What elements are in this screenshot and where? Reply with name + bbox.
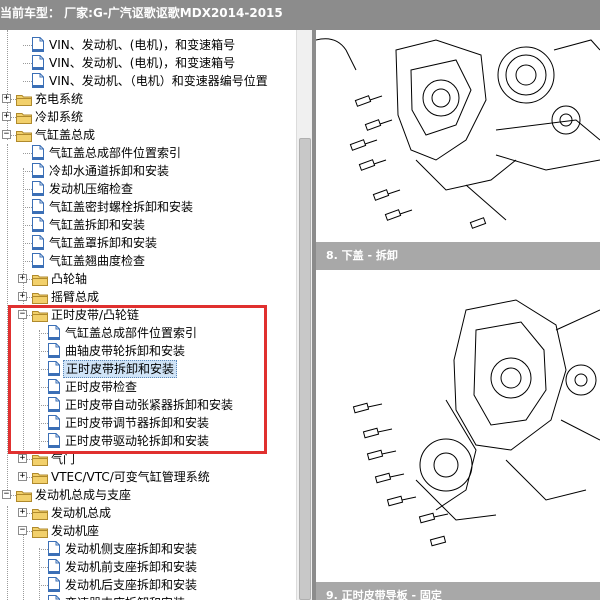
tree-item-label: 发动机前支座拆卸和安装 — [65, 560, 198, 574]
document-icon — [32, 235, 44, 250]
header-title: 当前车型： 厂家:G-广汽讴歌讴歌MDX2014-2015 — [0, 6, 283, 20]
tree-folder-item[interactable]: − 发动机总成与支座 — [0, 486, 296, 504]
tree-document-item[interactable]: 气缸盖罩拆卸和安装 — [0, 234, 296, 252]
plus-icon[interactable]: + — [18, 508, 27, 517]
document-icon — [32, 37, 44, 52]
tree-item-label: 冷却水通道拆卸和安装 — [49, 164, 170, 178]
section-header-lower-cover: 8. 下盖 - 拆卸 — [316, 242, 600, 270]
tree-document-item[interactable]: 发动机压缩检查 — [0, 180, 296, 198]
folder-icon — [32, 507, 48, 520]
tree-folder-item[interactable]: + 冷却系统 — [0, 108, 296, 126]
tree-item-label: 冷却系统 — [35, 110, 84, 124]
tree-document-item[interactable]: 气缸盖总成部件位置索引 — [0, 144, 296, 162]
tree-document-item[interactable]: 变速器支座拆卸和安装 — [0, 594, 296, 600]
document-icon — [32, 55, 44, 70]
tree-document-item[interactable]: 气缸盖翘曲度检查 — [0, 252, 296, 270]
tree-item-label: 充电系统 — [35, 92, 84, 106]
document-icon — [48, 577, 60, 592]
tree-item-label: VTEC/VTC/可变气缸管理系统 — [51, 470, 210, 484]
document-icon — [32, 217, 44, 232]
folder-icon — [32, 273, 48, 286]
plus-icon[interactable]: + — [18, 292, 27, 301]
plus-icon[interactable]: + — [18, 454, 27, 463]
engine-illustration-top — [316, 38, 600, 229]
document-icon — [48, 595, 60, 600]
tree-item-label: 气缸盖密封螺栓拆卸和安装 — [49, 200, 194, 214]
tree-item-label: 发动机总成 — [51, 506, 112, 520]
document-icon — [48, 541, 60, 556]
folder-icon — [32, 471, 48, 484]
tree-folder-item[interactable]: − 气缸盖总成 — [0, 126, 296, 144]
tree-item-label: VIN、发动机、（电机）和变速器编号位置 — [49, 74, 268, 88]
tree-item-label: 凸轮轴 — [51, 272, 88, 286]
document-icon — [32, 145, 44, 160]
tree-item-label: 发动机后支座拆卸和安装 — [65, 578, 198, 592]
document-viewer: 8. 下盖 - 拆卸 9. 正时皮带导板 - 固定 — [316, 30, 600, 600]
tree-document-item[interactable]: VIN、发动机、(电机)，和变速箱号 — [0, 36, 296, 54]
plus-icon[interactable]: + — [2, 94, 11, 103]
folder-icon — [32, 291, 48, 304]
plus-icon[interactable]: + — [18, 472, 27, 481]
tree-folder-item[interactable]: + 凸轮轴 — [0, 270, 296, 288]
tree-document-item[interactable]: 发动机后支座拆卸和安装 — [0, 576, 296, 594]
document-icon — [48, 559, 60, 574]
tree-folder-item[interactable]: − 发动机座 — [0, 522, 296, 540]
folder-icon — [16, 93, 32, 106]
tree-item-label: 气缸盖总成 — [35, 128, 96, 142]
tree-item-label: VIN、发动机、(电机)，和变速箱号 — [49, 56, 236, 70]
section-header-timing-belt-guide: 9. 正时皮带导板 - 固定 — [316, 582, 600, 600]
tree-item-label: 变速器支座拆卸和安装 — [63, 594, 187, 600]
folder-icon — [32, 525, 48, 538]
section-label: 8. 下盖 - 拆卸 — [326, 249, 398, 262]
plus-icon[interactable]: + — [18, 274, 27, 283]
tree-document-item[interactable]: 发动机前支座拆卸和安装 — [0, 558, 296, 576]
tree-folder-item[interactable]: + 摇臂总成 — [0, 288, 296, 306]
tree-scrollbar[interactable] — [296, 30, 312, 600]
tree-item-label: 摇臂总成 — [51, 290, 100, 304]
tree-folder-item[interactable]: + 充电系统 — [0, 90, 296, 108]
folder-icon — [16, 489, 32, 502]
document-icon — [32, 199, 44, 214]
tree-folder-item[interactable]: + 发动机总成 — [0, 504, 296, 522]
tree-item-label: 发动机侧支座拆卸和安装 — [65, 542, 198, 556]
tree-item-label: 气缸盖罩拆卸和安装 — [49, 236, 158, 250]
document-icon — [32, 253, 44, 268]
tree-document-item[interactable]: 冷却水通道拆卸和安装 — [0, 162, 296, 180]
tree-item-label: VIN、发动机、(电机)，和变速箱号 — [49, 38, 236, 52]
tree-document-item[interactable]: VIN、发动机、(电机)，和变速箱号 — [0, 54, 296, 72]
current-vehicle-header: 当前车型： 厂家:G-广汽讴歌讴歌MDX2014-2015 — [0, 0, 600, 30]
folder-icon — [16, 111, 32, 124]
tree-item-label: 气缸盖拆卸和安装 — [49, 218, 146, 232]
minus-icon[interactable]: − — [18, 526, 27, 535]
document-icon — [32, 181, 44, 196]
scrollbar-thumb[interactable] — [299, 138, 311, 600]
document-icon — [32, 163, 44, 178]
tree-item-label: 发动机压缩检查 — [49, 182, 134, 196]
tree-document-item[interactable]: 气缸盖密封螺栓拆卸和安装 — [0, 198, 296, 216]
document-icon — [32, 73, 44, 88]
annotation-highlight-box — [8, 305, 267, 454]
folder-icon — [16, 129, 32, 142]
tree-folder-item[interactable]: + VTEC/VTC/可变气缸管理系统 — [0, 468, 296, 486]
section-label: 9. 正时皮带导板 - 固定 — [326, 589, 442, 600]
tree-document-item[interactable]: 气缸盖拆卸和安装 — [0, 216, 296, 234]
minus-icon[interactable]: − — [2, 490, 11, 499]
tree-item-label: 气缸盖翘曲度检查 — [49, 254, 146, 268]
tree-document-item[interactable]: VIN、发动机、（电机）和变速器编号位置 — [0, 72, 296, 90]
folder-icon — [32, 453, 48, 466]
tree-item-label: 气缸盖总成部件位置索引 — [49, 146, 182, 160]
engine-illustration-middle — [352, 299, 600, 547]
plus-icon[interactable]: + — [2, 112, 11, 121]
minus-icon[interactable]: − — [2, 130, 11, 139]
tree-item-label: 发动机总成与支座 — [35, 488, 132, 502]
tree-document-item[interactable]: 发动机侧支座拆卸和安装 — [0, 540, 296, 558]
tree-item-label: 发动机座 — [51, 524, 100, 538]
